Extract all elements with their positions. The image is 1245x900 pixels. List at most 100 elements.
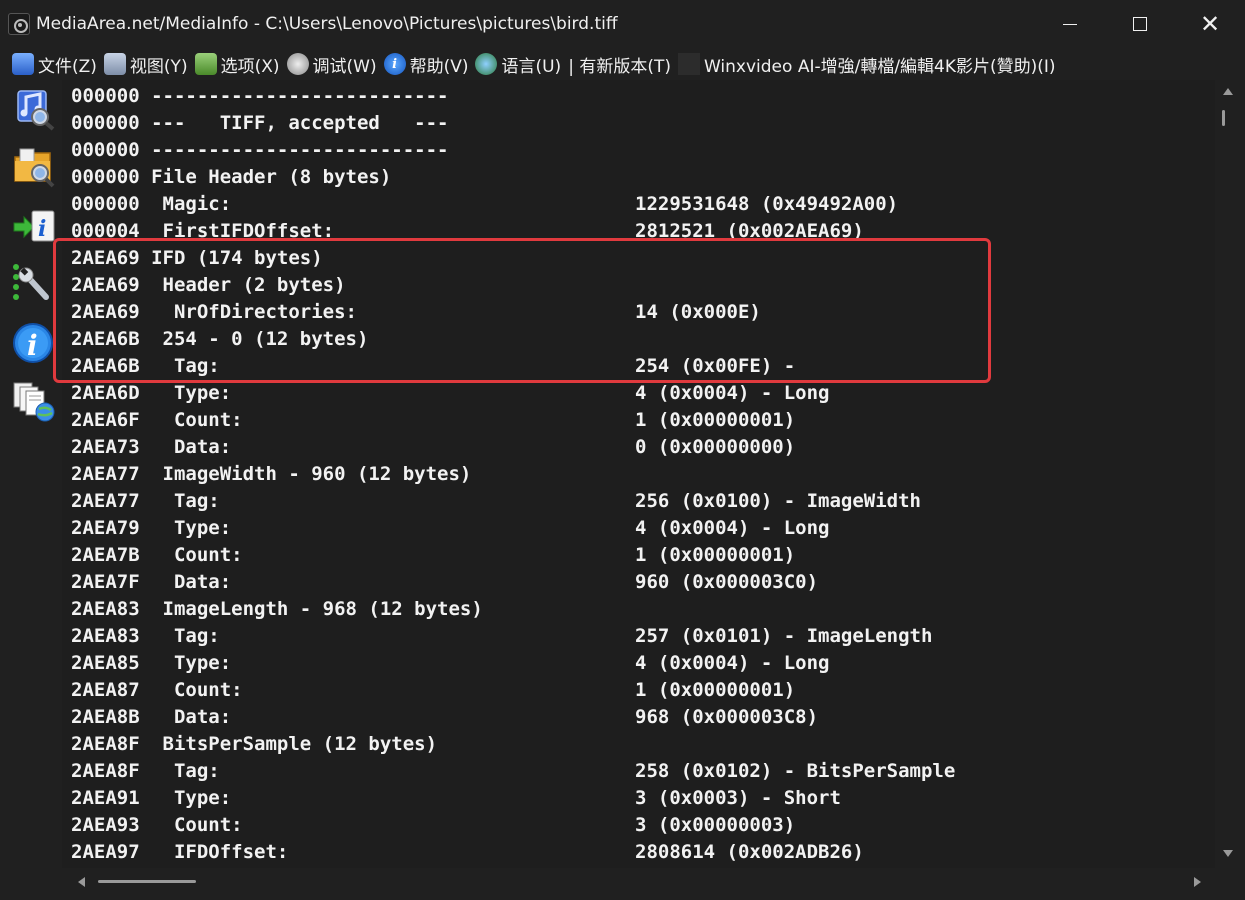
line-label: 254 - 0 (12 bytes) (139, 328, 369, 350)
view-sidebar: i i (0, 80, 62, 900)
web-pages-icon[interactable] (12, 378, 56, 424)
line-label: IFD (174 bytes) (139, 247, 323, 269)
line-value: 968 (0x000003C8) (635, 706, 819, 728)
output-line: 000000 Magic: 1229531648 (0x49492A00) (71, 191, 898, 218)
line-offset: 2AEA6B (71, 355, 140, 377)
menu-help[interactable]: i 帮助(V) (382, 49, 474, 79)
output-line: 2AEA77 Tag: 256 (0x0100) - ImageWidth (71, 488, 921, 515)
line-value: 0 (0x00000000) (635, 436, 796, 458)
horizontal-scroll-thumb[interactable] (98, 880, 196, 883)
output-line: 2AEA6F Count: 1 (0x00000001) (71, 407, 795, 434)
line-label: --- TIFF, accepted --- (139, 112, 449, 134)
menu-sponsor[interactable]: Winxvideo AI-增強/轉檔/編輯4K影片(贊助)(I) (676, 49, 1061, 79)
debug-output-panel[interactable]: 000000 -------------------------- 000000 … (62, 80, 1215, 868)
line-offset: 000000 (71, 166, 140, 188)
sheet-folder-icon[interactable] (12, 144, 56, 190)
line-value: 4 (0x0004) - Long (635, 382, 830, 404)
line-value: 3 (0x0003) - Short (635, 787, 841, 809)
line-offset: 2AEA73 (71, 436, 140, 458)
line-label: Type: (139, 517, 232, 539)
line-value: 1 (0x00000001) (635, 679, 796, 701)
line-label: Header (2 bytes) (139, 274, 346, 296)
output-line: 2AEA6D Type: 4 (0x0004) - Long (71, 380, 829, 407)
line-offset: 2AEA69 (71, 301, 140, 323)
line-label: Count: (139, 679, 243, 701)
svg-text:i: i (27, 329, 38, 362)
help-info-icon: i (383, 53, 406, 75)
maximize-icon (1133, 17, 1147, 31)
line-offset: 2AEA6D (71, 382, 140, 404)
line-value: 256 (0x0100) - ImageWidth (635, 490, 921, 512)
export-info-icon[interactable]: i (12, 204, 56, 250)
scroll-down-arrow-icon[interactable] (1223, 850, 1233, 857)
line-value: 960 (0x000003C0) (635, 571, 819, 593)
scroll-left-arrow-icon[interactable] (78, 877, 85, 887)
line-offset: 000000 (71, 112, 140, 134)
line-offset: 000000 (71, 85, 140, 107)
output-line: 2AEA69 Header (2 bytes) (71, 272, 483, 299)
maximize-button[interactable] (1105, 0, 1175, 48)
horizontal-scrollbar[interactable] (62, 868, 1215, 896)
menu-language[interactable]: 语言(U) (473, 49, 566, 79)
line-offset: 2AEA7B (71, 544, 140, 566)
line-offset: 2AEA87 (71, 679, 140, 701)
output-line: 000000 -------------------------- (71, 83, 483, 110)
output-line: 2AEA79 Type: 4 (0x0004) - Long (71, 515, 829, 542)
scroll-up-arrow-icon[interactable] (1223, 88, 1233, 95)
scroll-right-arrow-icon[interactable] (1194, 877, 1201, 887)
basic-info-music-icon[interactable] (12, 86, 56, 132)
line-label: IFDOffset: (139, 841, 289, 863)
menu-file[interactable]: 文件(Z) (10, 49, 102, 79)
line-label: Count: (139, 814, 243, 836)
line-offset: 000004 (71, 220, 140, 242)
line-value: 3 (0x00000003) (635, 814, 796, 836)
line-offset: 2AEA77 (71, 490, 140, 512)
menu-new-version[interactable]: | 有新版本(T) (566, 49, 676, 79)
line-label: Type: (139, 652, 232, 674)
line-offset: 2AEA77 (71, 463, 140, 485)
line-value: 2808614 (0x002ADB26) (635, 841, 864, 863)
close-icon: ✕ (1199, 10, 1221, 38)
menu-options[interactable]: 选项(X) (193, 49, 285, 79)
line-label: BitsPerSample (12 bytes) (139, 733, 438, 755)
options-wrench-icon (194, 53, 217, 75)
output-line: 2AEA83 Tag: 257 (0x0101) - ImageLength (71, 623, 932, 650)
output-line: 2AEA6B 254 - 0 (12 bytes) (71, 326, 483, 353)
line-label: Type: (139, 382, 232, 404)
menu-debug-label: 调试(W) (312, 56, 377, 77)
output-line: 2AEA77 ImageWidth - 960 (12 bytes) (71, 461, 483, 488)
output-line: 2AEA8B Data: 968 (0x000003C8) (71, 704, 818, 731)
output-line: 2AEA7F Data: 960 (0x000003C0) (71, 569, 818, 596)
output-line: 2AEA83 ImageLength - 968 (12 bytes) (71, 596, 483, 623)
line-label: Magic: (139, 193, 232, 215)
line-label: ImageLength - 968 (12 bytes) (139, 598, 483, 620)
output-line: 2AEA73 Data: 0 (0x00000000) (71, 434, 795, 461)
close-button[interactable]: ✕ (1175, 0, 1245, 48)
line-label: Data: (139, 436, 232, 458)
menu-options-label: 选项(X) (220, 56, 280, 77)
menu-view[interactable]: 视图(Y) (102, 49, 193, 79)
output-line: 2AEA87 Count: 1 (0x00000001) (71, 677, 795, 704)
vertical-scroll-thumb[interactable] (1222, 110, 1225, 126)
line-label: Type: (139, 787, 232, 809)
line-offset: 000000 (71, 139, 140, 161)
minimize-button[interactable] (1035, 0, 1105, 48)
line-value: 2812521 (0x002AEA69) (635, 220, 864, 242)
window-title: MediaArea.net/MediaInfo - C:\Users\Lenov… (36, 14, 618, 34)
menu-view-label: 视图(Y) (129, 56, 188, 77)
menu-file-label: 文件(Z) (38, 56, 97, 77)
preferences-wrench-icon[interactable] (12, 262, 56, 308)
file-open-icon (12, 53, 34, 75)
line-offset: 2AEA83 (71, 598, 140, 620)
line-value: 14 (0x000E) (635, 301, 761, 323)
output-line: 2AEA6B Tag: 254 (0x00FE) - (71, 353, 795, 380)
line-value: 254 (0x00FE) - (635, 355, 796, 377)
menu-debug[interactable]: 调试(W) (285, 49, 382, 79)
line-value: 257 (0x0101) - ImageLength (635, 625, 933, 647)
line-offset: 2AEA93 (71, 814, 140, 836)
about-info-icon[interactable]: i (12, 320, 56, 366)
line-value: 1 (0x00000001) (635, 544, 796, 566)
vertical-scrollbar[interactable] (1215, 80, 1245, 868)
line-label: -------------------------- (139, 85, 449, 107)
output-line: 2AEA7B Count: 1 (0x00000001) (71, 542, 795, 569)
